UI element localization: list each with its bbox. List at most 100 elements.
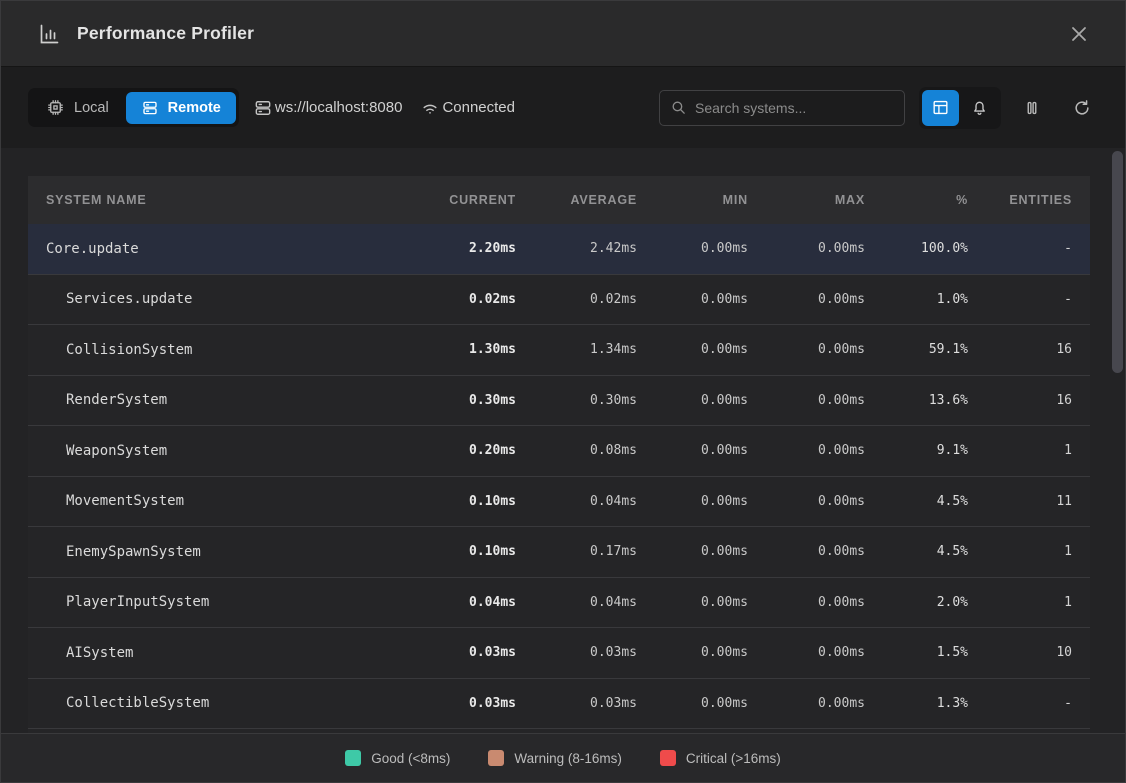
- entities-cell: -: [968, 292, 1072, 307]
- server-icon: [141, 99, 159, 117]
- entities-cell: 16: [968, 342, 1072, 357]
- system-name-cell: CollisionSystem: [46, 342, 404, 358]
- col-percent[interactable]: %: [865, 193, 968, 207]
- system-name-cell: WeaponSystem: [46, 443, 404, 459]
- percent-cell: 100.0%: [865, 241, 968, 256]
- max-cell: 0.00ms: [748, 241, 865, 256]
- legend-swatch: [345, 750, 361, 766]
- systems-table: SYSTEM NAME CURRENT AVERAGE MIN MAX % EN…: [28, 176, 1090, 733]
- legend-item: Critical (>16ms): [660, 750, 781, 766]
- min-cell: 0.00ms: [637, 494, 748, 509]
- current-cell: 1.30ms: [404, 342, 516, 357]
- system-name-cell: AISystem: [46, 645, 404, 661]
- average-cell: 0.03ms: [516, 645, 637, 660]
- current-cell: 0.03ms: [404, 696, 516, 711]
- percent-cell: 1.3%: [865, 696, 968, 711]
- max-cell: 0.00ms: [748, 696, 865, 711]
- legend-swatch: [488, 750, 504, 766]
- average-cell: 0.04ms: [516, 595, 637, 610]
- table-row[interactable]: AISystem 0.03ms 0.03ms 0.00ms 0.00ms 1.5…: [28, 628, 1090, 679]
- table-row[interactable]: CollectibleSystem 0.03ms 0.03ms 0.00ms 0…: [28, 679, 1090, 730]
- col-max[interactable]: MAX: [748, 193, 865, 207]
- average-cell: 1.34ms: [516, 342, 637, 357]
- percent-cell: 1.5%: [865, 645, 968, 660]
- current-cell: 0.10ms: [404, 494, 516, 509]
- table-row[interactable]: Services.update 0.02ms 0.02ms 0.00ms 0.0…: [28, 275, 1090, 326]
- connection-status: Connected: [420, 98, 515, 118]
- table-row[interactable]: MovementSystem 0.10ms 0.04ms 0.00ms 0.00…: [28, 477, 1090, 528]
- entities-cell: -: [968, 696, 1072, 711]
- alerts-button[interactable]: [961, 90, 998, 126]
- col-min[interactable]: MIN: [637, 193, 748, 207]
- legend-label: Good (<8ms): [371, 751, 450, 766]
- legend-bar: Good (<8ms) Warning (8-16ms) Critical (>16…: [1, 733, 1125, 782]
- refresh-button[interactable]: [1065, 91, 1099, 125]
- min-cell: 0.00ms: [637, 595, 748, 610]
- max-cell: 0.00ms: [748, 292, 865, 307]
- bell-icon: [970, 98, 989, 117]
- cpu-icon: [46, 98, 65, 117]
- max-cell: 0.00ms: [748, 494, 865, 509]
- table-body: Core.update 2.20ms 2.42ms 0.00ms 0.00ms …: [28, 224, 1090, 733]
- entities-cell: 10: [968, 645, 1072, 660]
- min-cell: 0.00ms: [637, 292, 748, 307]
- pause-button[interactable]: [1015, 91, 1049, 125]
- bar-chart-icon: [37, 22, 61, 46]
- percent-cell: 2.0%: [865, 595, 968, 610]
- table-row[interactable]: EnemySpawnSystem 0.10ms 0.17ms 0.00ms 0.…: [28, 527, 1090, 578]
- average-cell: 0.03ms: [516, 696, 637, 711]
- min-cell: 0.00ms: [637, 645, 748, 660]
- local-button[interactable]: Local: [31, 91, 124, 124]
- average-cell: 0.17ms: [516, 544, 637, 559]
- table-row[interactable]: WeaponSystem 0.20ms 0.08ms 0.00ms 0.00ms…: [28, 426, 1090, 477]
- col-average[interactable]: AVERAGE: [516, 193, 637, 207]
- scrollbar-thumb[interactable]: [1112, 151, 1123, 373]
- legend-label: Warning (8-16ms): [514, 751, 622, 766]
- table-row[interactable]: PlayerInputSystem 0.04ms 0.04ms 0.00ms 0…: [28, 578, 1090, 629]
- window-title: Performance Profiler: [77, 23, 254, 44]
- server-icon: [253, 98, 273, 118]
- system-name-cell: RenderSystem: [46, 392, 404, 408]
- ws-url: ws://localhost:8080: [275, 99, 403, 116]
- max-cell: 0.00ms: [748, 342, 865, 357]
- current-cell: 0.10ms: [404, 544, 516, 559]
- system-name-cell: Services.update: [46, 291, 404, 307]
- legend-label: Critical (>16ms): [686, 751, 781, 766]
- system-name-cell: CollectibleSystem: [46, 695, 404, 711]
- percent-cell: 13.6%: [865, 393, 968, 408]
- search-icon: [670, 99, 687, 116]
- wifi-icon: [420, 98, 440, 118]
- search-input[interactable]: [695, 100, 894, 116]
- pause-icon: [1022, 98, 1042, 118]
- table-row[interactable]: CollisionSystem 1.30ms 1.34ms 0.00ms 0.0…: [28, 325, 1090, 376]
- remote-button[interactable]: Remote: [126, 92, 236, 124]
- col-current[interactable]: CURRENT: [404, 193, 516, 207]
- percent-cell: 4.5%: [865, 494, 968, 509]
- current-cell: 0.02ms: [404, 292, 516, 307]
- table-header: SYSTEM NAME CURRENT AVERAGE MIN MAX % EN…: [28, 176, 1090, 224]
- average-cell: 0.04ms: [516, 494, 637, 509]
- min-cell: 0.00ms: [637, 342, 748, 357]
- table-view-button[interactable]: [922, 90, 959, 126]
- min-cell: 0.00ms: [637, 393, 748, 408]
- close-button[interactable]: [1063, 18, 1095, 50]
- table-view-icon: [931, 98, 950, 117]
- remote-label: Remote: [168, 100, 221, 116]
- refresh-icon: [1072, 98, 1092, 118]
- col-entities[interactable]: ENTITIES: [968, 193, 1072, 207]
- current-cell: 0.20ms: [404, 443, 516, 458]
- legend-item: Good (<8ms): [345, 750, 450, 766]
- system-name-cell: PlayerInputSystem: [46, 594, 404, 610]
- current-cell: 2.20ms: [404, 241, 516, 256]
- table-row[interactable]: Core.update 2.20ms 2.42ms 0.00ms 0.00ms …: [28, 224, 1090, 275]
- table-row[interactable]: RenderSystem 0.30ms 0.30ms 0.00ms 0.00ms…: [28, 376, 1090, 427]
- legend: Good (<8ms) Warning (8-16ms) Critical (>16…: [345, 750, 781, 766]
- view-toggle: [919, 87, 1001, 129]
- average-cell: 2.42ms: [516, 241, 637, 256]
- table-area: SYSTEM NAME CURRENT AVERAGE MIN MAX % EN…: [1, 148, 1125, 733]
- entities-cell: 11: [968, 494, 1072, 509]
- max-cell: 0.00ms: [748, 645, 865, 660]
- legend-swatch: [660, 750, 676, 766]
- percent-cell: 59.1%: [865, 342, 968, 357]
- col-system-name[interactable]: SYSTEM NAME: [46, 193, 404, 207]
